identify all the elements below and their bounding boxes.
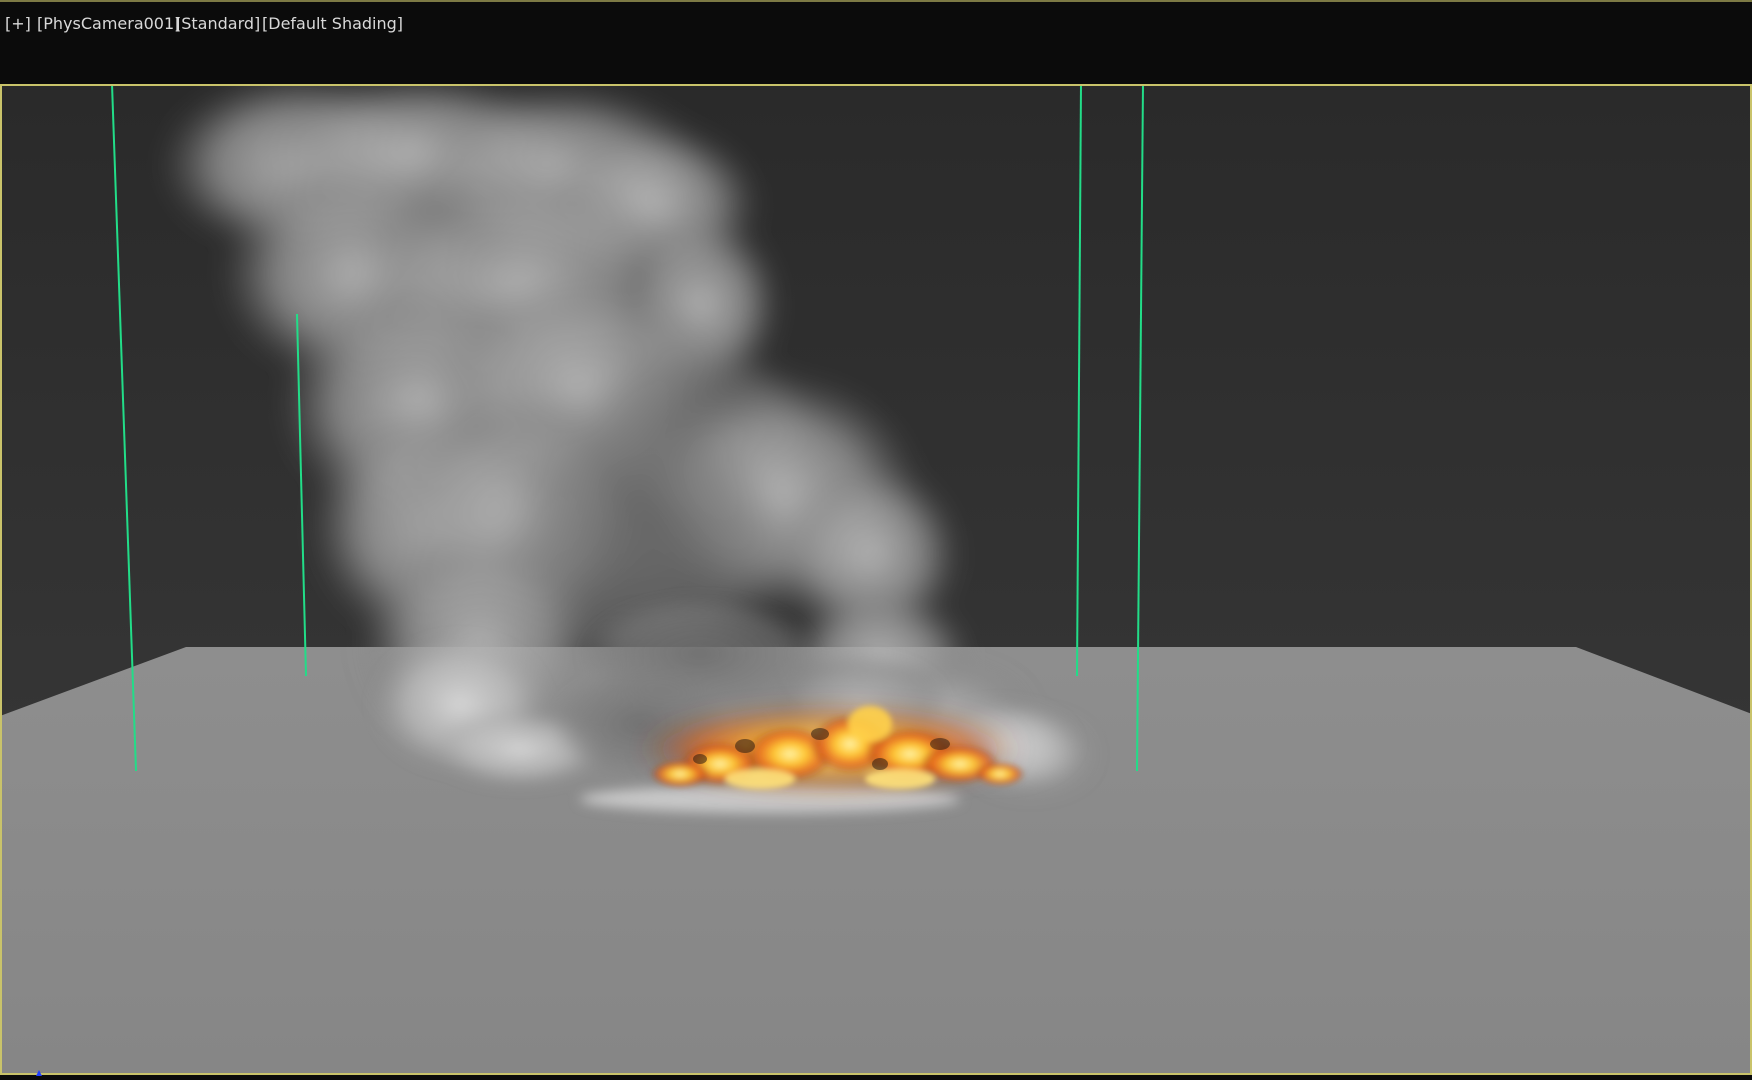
viewport-render-mode-menu[interactable]: [Standard] — [175, 14, 260, 34]
scene-render — [2, 86, 1750, 1073]
viewport-camera-menu[interactable]: [PhysCamera001] — [37, 14, 180, 34]
viewport-header: [+] [PhysCamera001] [Standard] [Default … — [0, 4, 1752, 84]
active-viewport[interactable] — [0, 84, 1752, 1075]
viewport-shading-menu[interactable]: [Default Shading] — [262, 14, 403, 34]
viewport-footer — [0, 1075, 1752, 1080]
3d-viewport-app: [+] [PhysCamera001] [Standard] [Default … — [0, 0, 1752, 1080]
viewport-general-menu[interactable]: [+] — [5, 14, 31, 34]
